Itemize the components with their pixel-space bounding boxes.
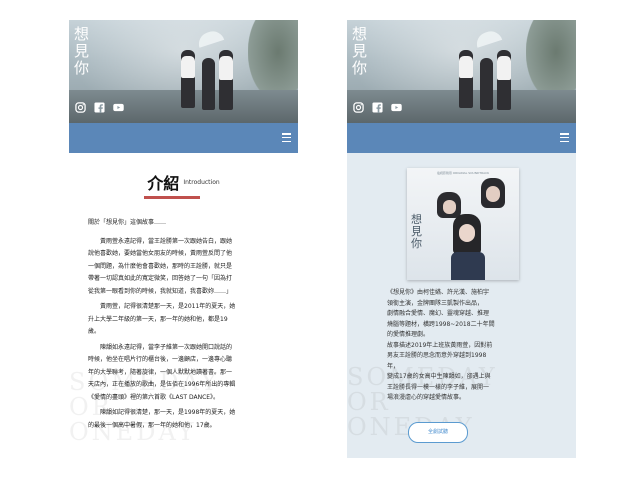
menu-icon[interactable] [560,133,569,142]
album-header: 電視原聲帶 ORIGINAL SOUNDTRACK [436,171,490,175]
hero-banner: 想見你 [69,20,298,123]
social-links [353,102,402,113]
intro-paragraph: 黃雨萱永遠記得，當王詮勝第一次跟她告白，跟她 說他喜歡她，要她當他女朋友的時候，… [88,237,233,295]
youtube-icon[interactable] [113,102,124,113]
section-heading: 介紹 Introduction [69,170,298,194]
facebook-icon[interactable] [94,102,105,113]
social-links [75,102,124,113]
section-underline [144,196,200,199]
navigation-bar [69,123,298,153]
section-subtitle: Introduction [183,178,220,186]
synopsis-text: 《想見你》由柯佳嬿、許光漢、施柏宇 領銜主演，金牌團隊三凱製作出品， 劇情融合愛… [387,288,545,404]
intro-paragraph: 陳韻如永遠記得，當李子維第一次跟她開口說話的 時候，他坐在唱片行的櫃台後，一邊顧… [88,343,236,401]
intro-lead: 關於「想見你」這個故事…… [88,219,167,226]
navigation-bar [347,123,576,153]
instagram-icon[interactable] [353,102,364,113]
instagram-icon[interactable] [75,102,86,113]
phone-screen-soundtrack: SOMEDAY OR ONEDAY 想見你 電視原聲帶 ORIGINAL SOU… [347,20,576,458]
hero-title: 想見你 [74,25,91,77]
menu-icon[interactable] [282,133,291,142]
facebook-icon[interactable] [372,102,383,113]
youtube-icon[interactable] [391,102,402,113]
intro-paragraph: 陳韻如記得很清楚，那一天，是1998年的夏天，她 的最後一個高中暑假，那一年的她… [88,409,236,429]
phone-screen-introduction: SOMEDAY OR ONEDAY 想見你 介紹 Introduction 關於「… [69,20,298,458]
intro-paragraph: 黃雨萱，記得很清楚那一天，是2011年的夏天，她 升上大學二年級的第一天，那一年… [88,303,236,335]
album-cover[interactable]: 電視原聲帶 ORIGINAL SOUNDTRACK 想見你 [407,168,519,280]
hero-title: 想見你 [352,25,369,77]
intro-text: 關於「想見你」這個故事…… 黃雨萱永遠記得，當王詮勝第一次跟她告白，跟她 說他喜… [88,217,283,435]
album-title: 想見你 [411,213,422,250]
hero-banner: 想見你 [347,20,576,123]
section-title: 介紹 [147,174,180,193]
synopsis-paragraph: 《想見你》由柯佳嬿、許光漢、施柏宇 領銜主演，金牌團隊三凱製作出品， 劇情融合愛… [387,289,495,401]
listen-all-button[interactable]: 全劇試聽 [408,422,468,443]
